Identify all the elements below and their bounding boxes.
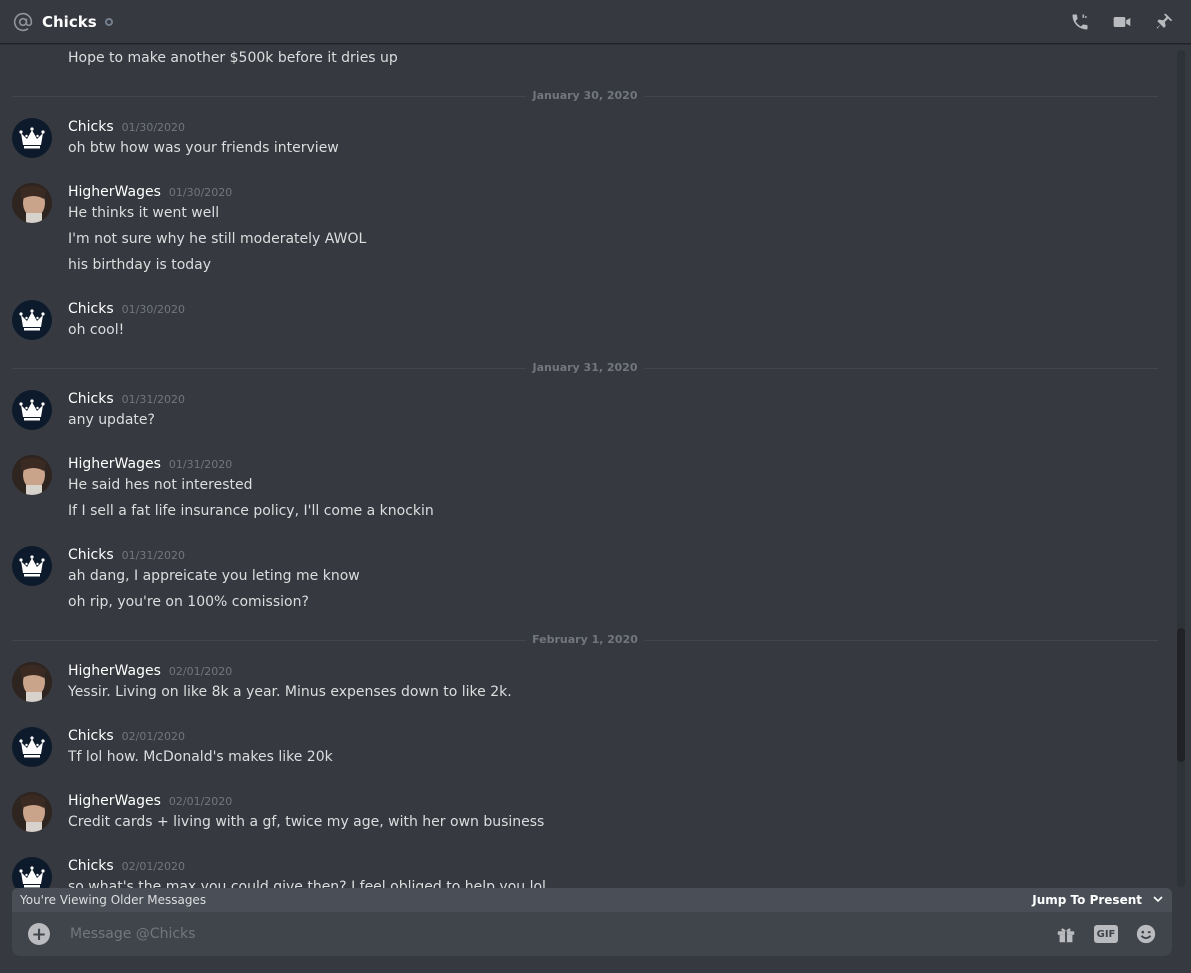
avatar[interactable]: [12, 455, 52, 495]
phone-call-icon[interactable]: [1069, 11, 1091, 33]
gift-icon[interactable]: [1054, 922, 1078, 946]
date-divider-label: January 30, 2020: [526, 89, 644, 102]
message-text: his birthday is today: [68, 257, 212, 273]
add-attachment-button[interactable]: +: [28, 923, 50, 945]
message-timestamp: 01/30/2020: [168, 186, 233, 199]
message-text: so what's the max you could give then? I…: [68, 879, 546, 888]
at-icon: [12, 11, 34, 33]
pin-icon[interactable]: [1153, 11, 1175, 33]
message-timestamp: 01/31/2020: [121, 549, 186, 562]
author-name[interactable]: Chicks: [68, 858, 114, 874]
channel-header: Chicks: [0, 0, 1191, 44]
message-text: oh btw how was your friends interview: [68, 140, 339, 156]
author-name[interactable]: HigherWages: [68, 456, 161, 472]
message-text: oh rip, you're on 100% comission?: [68, 594, 309, 610]
message-text: Tf lol how. McDonald's makes like 20k: [68, 749, 333, 765]
author-name[interactable]: Chicks: [68, 728, 114, 744]
message-timestamp: 02/01/2020: [121, 860, 186, 873]
avatar[interactable]: [12, 546, 52, 586]
date-divider-label: January 31, 2020: [526, 361, 644, 374]
message-composer: + GIF: [12, 912, 1172, 956]
message-header: HigherWages 01/30/2020: [68, 184, 232, 200]
message-header: Chicks 02/01/2020: [68, 858, 185, 874]
message-timestamp: 01/31/2020: [168, 458, 233, 471]
offline-status-icon: [104, 17, 113, 26]
emoji-icon[interactable]: [1134, 922, 1158, 946]
jump-to-present-button[interactable]: Jump To Present: [1032, 893, 1164, 908]
video-call-icon[interactable]: [1111, 11, 1133, 33]
message-text: Credit cards + living with a gf, twice m…: [68, 814, 545, 830]
avatar[interactable]: [12, 662, 52, 702]
message-text: If I sell a fat life insurance policy, I…: [68, 503, 434, 519]
message-header: Chicks 01/30/2020: [68, 119, 185, 135]
channel-title: Chicks: [42, 12, 97, 31]
avatar[interactable]: [12, 183, 52, 223]
message-text: oh cool!: [68, 322, 125, 338]
message-timestamp: 01/30/2020: [121, 303, 186, 316]
date-divider-label: February 1, 2020: [526, 633, 644, 646]
scrollbar-thumb[interactable]: [1177, 628, 1185, 762]
plus-icon: +: [31, 923, 47, 945]
message-text: any update?: [68, 412, 155, 428]
gif-button[interactable]: GIF: [1094, 925, 1118, 943]
message-header: Chicks 01/31/2020: [68, 391, 185, 407]
message-text: Hope to make another $500k before it dri…: [68, 50, 398, 66]
avatar[interactable]: [12, 857, 52, 888]
avatar[interactable]: [12, 118, 52, 158]
author-name[interactable]: Chicks: [68, 301, 114, 317]
message-header: HigherWages 02/01/2020: [68, 793, 232, 809]
avatar[interactable]: [12, 727, 52, 767]
author-name[interactable]: Chicks: [68, 119, 114, 135]
message-text: He thinks it went well: [68, 205, 220, 221]
message-header: HigherWages 02/01/2020: [68, 663, 232, 679]
message-header: Chicks 01/31/2020: [68, 547, 185, 563]
message-text: Yessir. Living on like 8k a year. Minus …: [68, 684, 512, 700]
header-toolbar: [1069, 0, 1175, 44]
message-timestamp: 02/01/2020: [168, 795, 233, 808]
message-text: I'm not sure why he still moderately AWO…: [68, 231, 367, 247]
message-timestamp: 02/01/2020: [168, 665, 233, 678]
message-text: He said hes not interested: [68, 477, 253, 493]
author-name[interactable]: Chicks: [68, 391, 114, 407]
message-timestamp: 02/01/2020: [121, 730, 186, 743]
avatar[interactable]: [12, 792, 52, 832]
message-header: Chicks 02/01/2020: [68, 728, 185, 744]
avatar[interactable]: [12, 300, 52, 340]
older-messages-bar: You're Viewing Older Messages Jump To Pr…: [12, 888, 1172, 912]
message-header: Chicks 01/30/2020: [68, 301, 185, 317]
message-timestamp: 01/31/2020: [121, 393, 186, 406]
avatar[interactable]: [12, 390, 52, 430]
message-input[interactable]: [68, 925, 1054, 943]
author-name[interactable]: HigherWages: [68, 663, 161, 679]
message-list[interactable]: Hope to make another $500k before it dri…: [0, 45, 1176, 888]
author-name[interactable]: HigherWages: [68, 793, 161, 809]
composer-toolbar: GIF: [1054, 922, 1158, 946]
author-name[interactable]: HigherWages: [68, 184, 161, 200]
chevron-down-icon: [1152, 893, 1164, 908]
older-messages-label: You're Viewing Older Messages: [20, 893, 207, 907]
message-header: HigherWages 01/31/2020: [68, 456, 232, 472]
jump-to-present-label: Jump To Present: [1032, 893, 1142, 907]
author-name[interactable]: Chicks: [68, 547, 114, 563]
message-text: ah dang, I appreicate you leting me know: [68, 568, 360, 584]
message-timestamp: 01/30/2020: [121, 121, 186, 134]
